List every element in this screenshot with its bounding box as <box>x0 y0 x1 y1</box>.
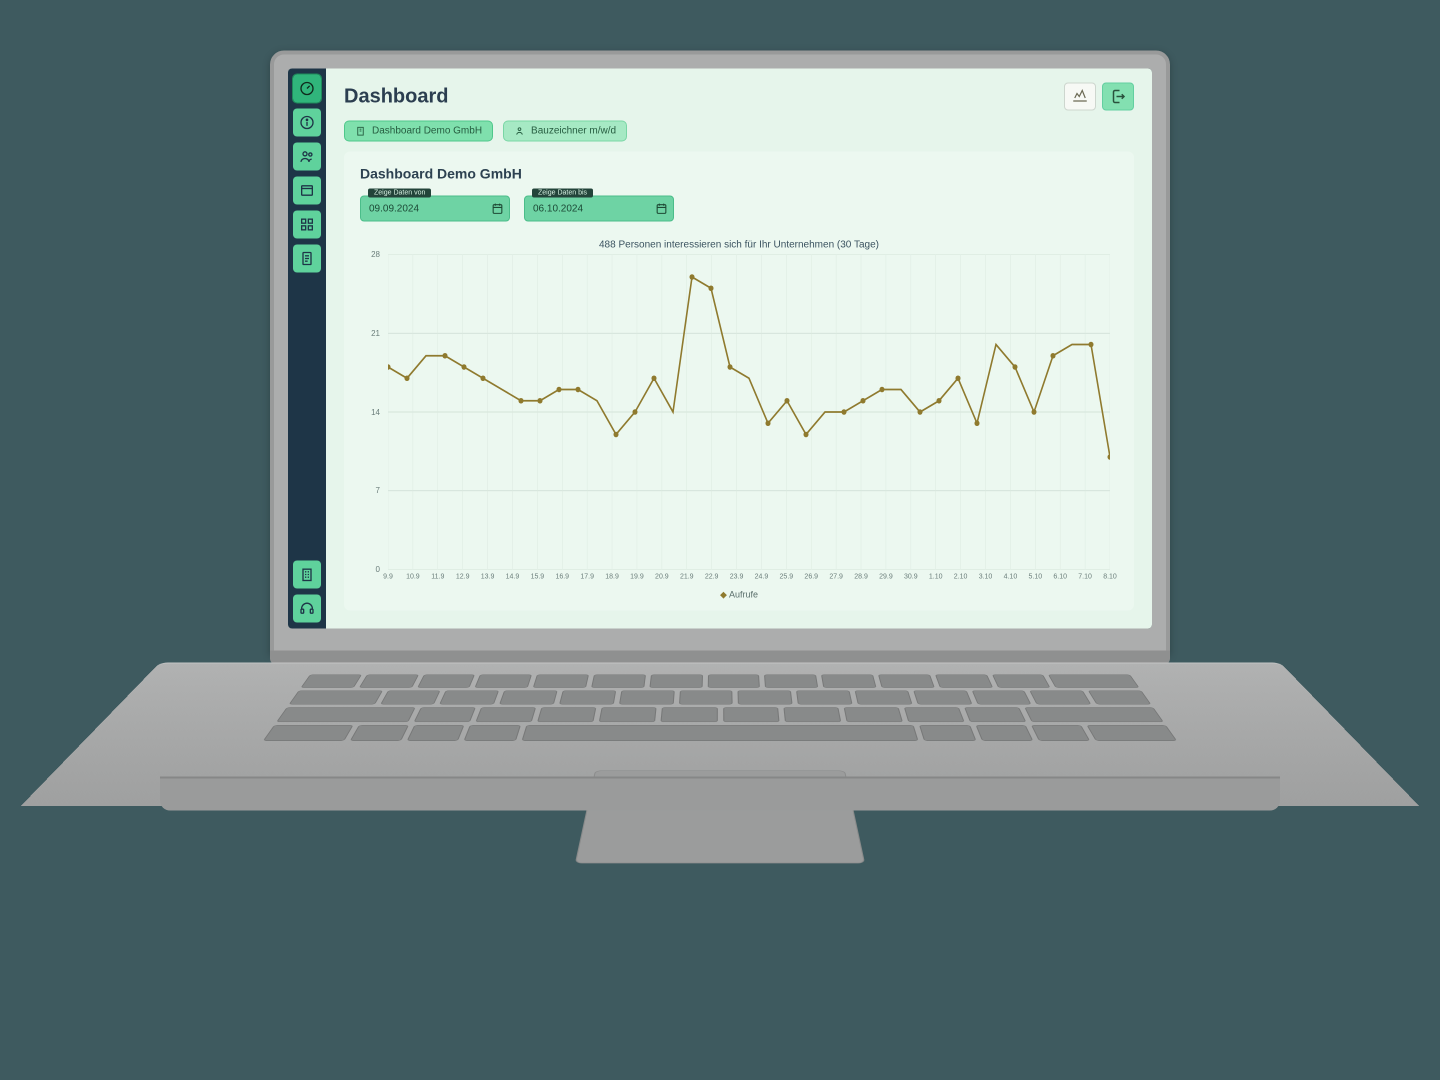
x-tick-label: 17.9 <box>580 574 594 581</box>
title-bar: Dashboard <box>344 83 1134 111</box>
sidebar-item-document[interactable] <box>293 245 321 273</box>
x-tick-label: 29.9 <box>879 574 893 581</box>
x-tick-label: 4.10 <box>1004 574 1018 581</box>
gauge-icon <box>299 81 315 97</box>
window-icon <box>299 183 315 199</box>
x-tick-label: 27.9 <box>829 574 843 581</box>
x-tick-label: 18.9 <box>605 574 619 581</box>
x-tick-label: 30.9 <box>904 574 918 581</box>
building-icon <box>355 126 366 137</box>
y-tick-label: 21 <box>371 329 380 338</box>
x-tick-label: 11.9 <box>431 574 444 581</box>
laptop-lid: Dashboard Dashb <box>270 51 1170 655</box>
tab-job-posting[interactable]: Bauzeichner m/w/d <box>503 121 627 142</box>
sidebar-item-window[interactable] <box>293 177 321 205</box>
y-tick-label: 7 <box>376 486 380 495</box>
card-title: Dashboard Demo GmbH <box>360 166 1118 182</box>
x-tick-label: 8.10 <box>1103 574 1117 581</box>
chart-title: 488 Personen interessieren sich für Ihr … <box>360 240 1118 251</box>
grid-icon <box>299 217 315 233</box>
date-to-label: Zeige Daten bis <box>532 189 593 198</box>
y-tick-label: 28 <box>371 250 380 259</box>
x-tick-label: 12.9 <box>456 574 470 581</box>
document-icon <box>299 251 315 267</box>
chart-legend: ◆ Aufrufe <box>360 590 1118 601</box>
sidebar-item-people[interactable] <box>293 143 321 171</box>
date-from-label: Zeige Daten von <box>368 189 431 198</box>
page-title: Dashboard <box>344 85 448 108</box>
x-tick-label: 1.10 <box>929 574 943 581</box>
tab-label: Dashboard Demo GmbH <box>372 126 482 137</box>
laptop-base <box>160 651 1280 941</box>
sidebar-item-info[interactable] <box>293 109 321 137</box>
chart-x-ticks: 9.910.911.912.913.914.915.916.917.918.91… <box>388 574 1110 588</box>
calendar-icon <box>655 202 668 215</box>
headset-icon <box>299 601 315 617</box>
x-tick-label: 26.9 <box>804 574 818 581</box>
date-to-input[interactable] <box>524 196 674 222</box>
date-row: Zeige Daten von Zeige Daten bis <box>360 196 1118 222</box>
tab-company-dashboard[interactable]: Dashboard Demo GmbH <box>344 121 493 142</box>
laptop-mockup: Dashboard Dashb <box>160 51 1280 941</box>
info-icon <box>299 115 315 131</box>
line-chart <box>388 255 1110 570</box>
screen-bezel: Dashboard Dashb <box>288 69 1152 629</box>
x-tick-label: 5.10 <box>1028 574 1042 581</box>
x-tick-label: 21.9 <box>680 574 694 581</box>
main-content: Dashboard Dashb <box>326 69 1152 629</box>
app-root: Dashboard Dashb <box>288 69 1152 629</box>
people-icon <box>299 149 315 165</box>
brand-chip[interactable] <box>1064 83 1096 111</box>
date-from-field: Zeige Daten von <box>360 196 510 222</box>
x-tick-label: 10.9 <box>406 574 420 581</box>
date-to-field: Zeige Daten bis <box>524 196 674 222</box>
building-icon <box>299 567 315 583</box>
tab-label: Bauzeichner m/w/d <box>531 126 616 137</box>
x-tick-label: 25.9 <box>780 574 794 581</box>
logout-icon <box>1109 88 1127 106</box>
chart-y-ticks: 07142128 <box>360 255 384 570</box>
chart-area: 07142128 9.910.911.912.913.914.915.916.9… <box>360 255 1118 588</box>
x-tick-label: 20.9 <box>655 574 669 581</box>
dashboard-card: Dashboard Demo GmbH Zeige Daten von Zeig… <box>344 152 1134 611</box>
x-tick-label: 7.10 <box>1078 574 1092 581</box>
x-tick-label: 3.10 <box>979 574 993 581</box>
x-tick-label: 2.10 <box>954 574 968 581</box>
person-icon <box>514 126 525 137</box>
x-tick-label: 13.9 <box>481 574 495 581</box>
sidebar-item-building[interactable] <box>293 561 321 589</box>
sparkle-icon <box>1071 88 1089 106</box>
x-tick-label: 24.9 <box>755 574 769 581</box>
y-tick-label: 0 <box>376 565 380 574</box>
x-tick-label: 23.9 <box>730 574 744 581</box>
x-tick-label: 15.9 <box>531 574 545 581</box>
sidebar <box>288 69 326 629</box>
logout-button[interactable] <box>1102 83 1134 111</box>
title-actions <box>1064 83 1134 111</box>
sidebar-item-support[interactable] <box>293 595 321 623</box>
chart-container: 488 Personen interessieren sich für Ihr … <box>360 240 1118 601</box>
x-tick-label: 9.9 <box>383 574 393 581</box>
x-tick-label: 14.9 <box>506 574 520 581</box>
calendar-icon <box>491 202 504 215</box>
x-tick-label: 22.9 <box>705 574 719 581</box>
sidebar-item-grid[interactable] <box>293 211 321 239</box>
tabs-row: Dashboard Demo GmbH Bauzeichner m/w/d <box>344 121 1134 142</box>
x-tick-label: 16.9 <box>555 574 569 581</box>
date-from-input[interactable] <box>360 196 510 222</box>
x-tick-label: 6.10 <box>1053 574 1067 581</box>
legend-marker: ◆ <box>720 590 727 600</box>
sidebar-item-dashboard[interactable] <box>293 75 321 103</box>
x-tick-label: 28.9 <box>854 574 868 581</box>
x-tick-label: 19.9 <box>630 574 644 581</box>
y-tick-label: 14 <box>371 408 380 417</box>
legend-label: Aufrufe <box>729 590 758 600</box>
